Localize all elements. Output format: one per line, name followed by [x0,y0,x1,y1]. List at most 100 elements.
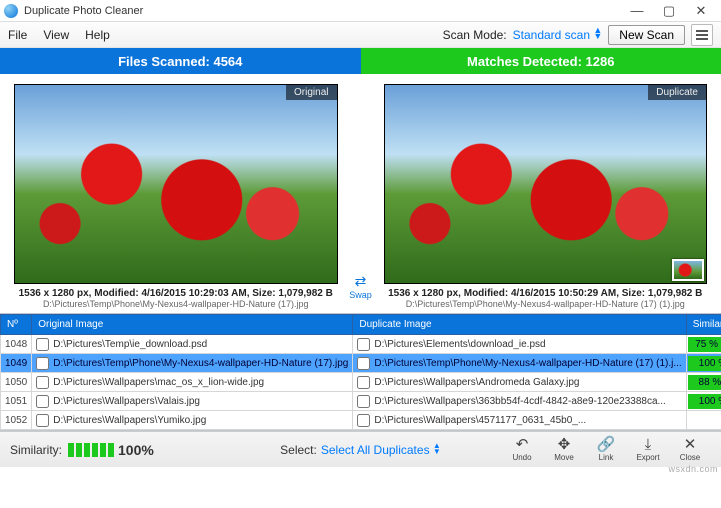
row-original-checkbox[interactable] [36,376,49,389]
maximize-button[interactable]: ▢ [653,1,685,21]
original-caption: 1536 x 1280 px, Modified: 4/16/2015 10:2… [14,288,338,309]
matches-detected-value: 1286 [586,54,615,69]
row-similarity: 88 % [686,373,721,392]
move-icon: ✥ [558,437,571,453]
new-scan-button[interactable]: New Scan [608,25,685,45]
row-duplicate-checkbox[interactable] [357,338,370,351]
row-original-checkbox[interactable] [36,357,49,370]
link-label: Link [599,453,614,462]
duplicate-thumb[interactable] [672,259,704,281]
export-icon: ⤓ [645,437,652,453]
updown-icon: ▲▼ [433,443,441,455]
row-duplicate: D:\Pictures\Wallpapers\Andromeda Galaxy.… [353,373,686,392]
row-duplicate-checkbox[interactable] [357,395,370,408]
row-original: D:\Pictures\Wallpapers\Yumiko.jpg [32,411,353,430]
row-original-checkbox[interactable] [36,338,49,351]
row-similarity: 75 % [686,335,721,354]
scan-controls: Scan Mode: Standard scan ▲▼ New Scan [443,24,713,46]
window-titlebar: Duplicate Photo Cleaner — ▢ ✕ [0,0,721,22]
row-original: D:\Pictures\Temp\Phone\My-Nexus4-wallpap… [32,354,353,373]
row-similarity: 100 % [686,392,721,411]
duplicate-thumbs [672,259,704,281]
row-duplicate-checkbox[interactable] [357,357,370,370]
export-label: Export [636,453,659,462]
table-row[interactable]: 1048D:\Pictures\Temp\ie_download.psdD:\P… [1,335,721,354]
row-original: D:\Pictures\Wallpapers\mac_os_x_lion-wid… [32,373,353,392]
duplicate-image-panel: Duplicate 1536 x 1280 px, Modified: 4/16… [384,84,708,309]
col-duplicate[interactable]: Duplicate Image [353,315,686,335]
table-row[interactable]: 1050D:\Pictures\Wallpapers\mac_os_x_lion… [1,373,721,392]
row-duplicate-checkbox[interactable] [357,414,370,427]
counter-bar: Files Scanned: 4564 Matches Detected: 12… [0,48,721,74]
col-number[interactable]: Nº [1,315,32,335]
duplicate-tag: Duplicate [648,85,706,100]
similarity-label: Similarity: [10,443,62,457]
duplicate-image[interactable]: Duplicate [384,84,708,284]
menu-file[interactable]: File [8,28,27,42]
move-button[interactable]: ✥Move [543,437,585,462]
table-row[interactable]: 1052D:\Pictures\Wallpapers\Yumiko.jpgD:\… [1,411,721,430]
duplicate-caption: 1536 x 1280 px, Modified: 4/16/2015 10:5… [384,288,708,309]
swap-arrows-icon: ⇄ [355,273,367,290]
col-original[interactable]: Original Image [32,315,353,335]
toolbar: ↶Undo ✥Move 🔗Link ⤓Export ✕Close [501,437,711,462]
menu-help[interactable]: Help [85,28,110,42]
app-icon [4,4,18,18]
table-row[interactable]: 1049D:\Pictures\Temp\Phone\My-Nexus4-wal… [1,354,721,373]
table-body: 1048D:\Pictures\Temp\ie_download.psdD:\P… [1,335,721,430]
row-original-checkbox[interactable] [36,395,49,408]
col-similarity[interactable]: Similarity [686,315,721,335]
similarity-percent: 100% [118,442,154,458]
original-image[interactable]: Original [14,84,338,284]
files-scanned-counter: Files Scanned: 4564 [0,48,361,74]
scan-mode-label: Scan Mode: [443,28,507,42]
undo-icon: ↶ [516,437,529,453]
row-original-checkbox[interactable] [36,414,49,427]
settings-menu-button[interactable] [691,24,713,46]
scan-mode-value: Standard scan [513,28,590,42]
row-duplicate: D:\Pictures\Temp\Phone\My-Nexus4-wallpap… [353,354,686,373]
duplicate-path: D:\Pictures\Temp\Phone\My-Nexus4-wallpap… [384,299,708,309]
move-label: Move [554,453,574,462]
menu-view[interactable]: View [43,28,69,42]
original-tag: Original [286,85,336,100]
row-similarity [686,411,721,430]
bottom-bar: Similarity: 100% Select: Select All Dupl… [0,431,721,467]
window-controls: — ▢ ✕ [621,1,717,21]
minimize-button[interactable]: — [621,1,653,21]
duplicate-meta: 1536 x 1280 px, Modified: 4/16/2015 10:5… [388,288,702,299]
swap-button[interactable]: ⇄ Swap [346,84,376,300]
files-scanned-value: 4564 [213,54,242,69]
row-number: 1052 [1,411,32,430]
updown-icon: ▲▼ [593,27,602,39]
row-number: 1050 [1,373,32,392]
select-label: Select: [280,443,317,457]
link-icon: 🔗 [597,437,616,453]
table-row[interactable]: 1051D:\Pictures\Wallpapers\Valais.jpgD:\… [1,392,721,411]
undo-label: Undo [512,453,531,462]
undo-button[interactable]: ↶Undo [501,437,543,462]
results-table: Nº Original Image Duplicate Image Simila… [0,313,721,431]
row-original: D:\Pictures\Temp\ie_download.psd [32,335,353,354]
app-title: Duplicate Photo Cleaner [24,5,143,17]
scan-mode-select[interactable]: Standard scan ▲▼ [513,27,603,42]
select-control: Select: Select All Duplicates ▲▼ [280,443,441,457]
row-number: 1048 [1,335,32,354]
close-button[interactable]: ✕Close [669,437,711,462]
close-window-button[interactable]: ✕ [685,1,717,21]
row-duplicate-checkbox[interactable] [357,376,370,389]
swap-label: Swap [349,290,372,300]
row-original: D:\Pictures\Wallpapers\Valais.jpg [32,392,353,411]
close-label: Close [680,453,700,462]
table-header: Nº Original Image Duplicate Image Simila… [1,315,721,335]
matches-detected-label: Matches Detected: [467,54,582,69]
select-dropdown[interactable]: Select All Duplicates ▲▼ [321,443,441,457]
files-scanned-label: Files Scanned: [118,54,210,69]
export-button[interactable]: ⤓Export [627,437,669,462]
row-number: 1049 [1,354,32,373]
similarity-bars [68,443,114,457]
link-button[interactable]: 🔗Link [585,437,627,462]
original-image-panel: Original 1536 x 1280 px, Modified: 4/16/… [14,84,338,309]
row-similarity: 100 % [686,354,721,373]
row-duplicate: D:\Pictures\Elements\download_ie.psd [353,335,686,354]
